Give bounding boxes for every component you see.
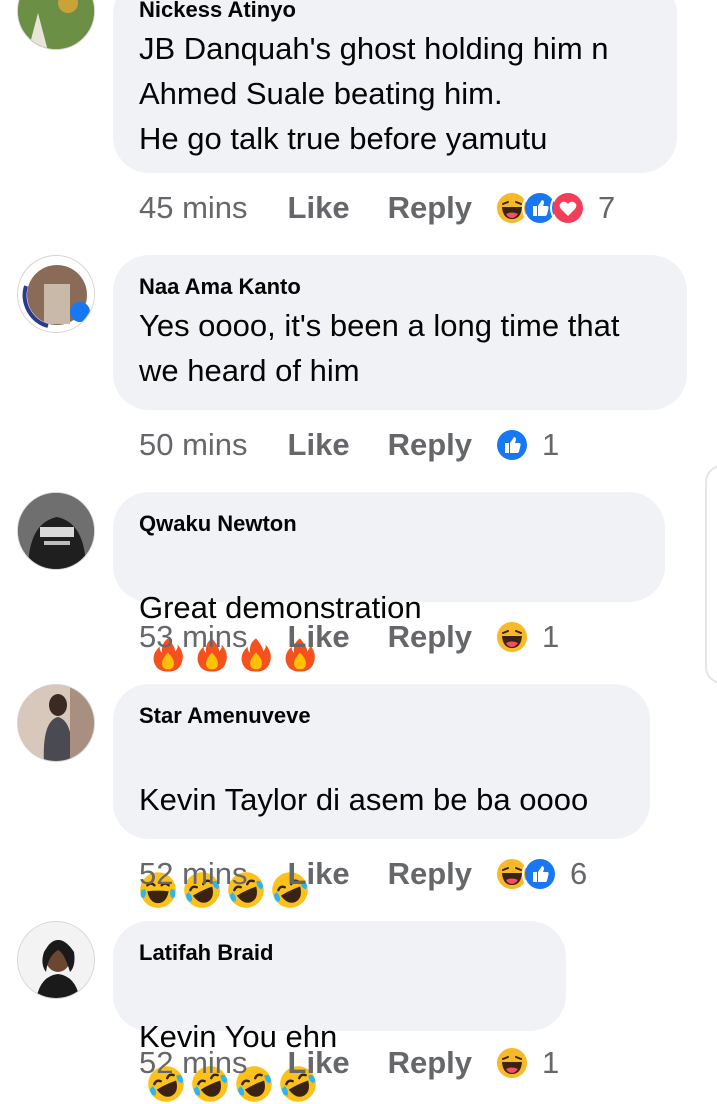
like-button[interactable]: Like (288, 427, 350, 463)
avatar[interactable] (17, 921, 95, 999)
comment-time[interactable]: 50 mins (139, 427, 248, 463)
reply-button[interactable]: Reply (388, 427, 472, 463)
reaction-count[interactable]: 1 (542, 427, 559, 463)
like-reaction-icon (522, 856, 558, 892)
reaction-count[interactable]: 6 (570, 856, 587, 892)
reaction-summary[interactable] (494, 619, 530, 655)
comment-author[interactable]: Qwaku Newton (139, 510, 639, 538)
comment-actions: 53 mins Like Reply 1 (139, 617, 559, 657)
comment-time[interactable]: 52 mins (139, 856, 248, 892)
reaction-count[interactable]: 7 (598, 190, 615, 226)
reaction-summary[interactable] (494, 427, 530, 463)
comment-text: Kevin You ehn (139, 969, 540, 1104)
like-button[interactable]: Like (288, 619, 350, 655)
reaction-summary[interactable] (494, 190, 586, 226)
comment-actions: 45 mins Like Reply 7 (139, 188, 615, 228)
reaction-count[interactable]: 1 (542, 1045, 559, 1081)
comment-text: JB Danquah's ghost holding him n Ahmed S… (139, 31, 609, 156)
avatar[interactable] (17, 492, 95, 570)
side-panel-edge (705, 465, 717, 684)
reply-button[interactable]: Reply (388, 856, 472, 892)
comment-bubble: Naa Ama Kanto Yes oooo, it's been a long… (113, 255, 687, 410)
comment-text-content: Kevin Taylor di asem be ba oooo (139, 782, 589, 817)
love-reaction-icon (550, 190, 586, 226)
avatar[interactable] (17, 684, 95, 762)
like-button[interactable]: Like (288, 856, 350, 892)
comment-author[interactable]: Star Amenuveve (139, 702, 624, 730)
like-reaction-icon (494, 427, 530, 463)
haha-reaction-icon (494, 619, 530, 655)
like-button[interactable]: Like (288, 1045, 350, 1081)
comment-bubble: Nickess Atinyo JB Danquah's ghost holdin… (113, 0, 677, 173)
reply-button[interactable]: Reply (388, 619, 472, 655)
reply-button[interactable]: Reply (388, 190, 472, 226)
reply-button[interactable]: Reply (388, 1045, 472, 1081)
comment-actions: 50 mins Like Reply 1 (139, 425, 559, 465)
comment-actions: 52 mins Like Reply 6 (139, 854, 587, 894)
comment-time[interactable]: 45 mins (139, 190, 248, 226)
comment-bubble: Qwaku Newton Great demonstration (113, 492, 665, 602)
comment-bubble: Star Amenuveve Kevin Taylor di asem be b… (113, 684, 650, 839)
reaction-count[interactable]: 1 (542, 619, 559, 655)
avatar[interactable] (17, 0, 95, 50)
comment-author[interactable]: Nickess Atinyo (139, 0, 651, 24)
haha-reaction-icon (494, 1045, 530, 1081)
comment-text: Yes oooo, it's been a long time that we … (139, 308, 620, 388)
comment-actions: 52 mins Like Reply 1 (139, 1043, 559, 1083)
comment-bubble: Latifah Braid Kevin You ehn (113, 921, 566, 1031)
reaction-summary[interactable] (494, 1045, 530, 1081)
comment-author[interactable]: Naa Ama Kanto (139, 273, 661, 301)
avatar[interactable] (17, 255, 95, 333)
like-button[interactable]: Like (288, 190, 350, 226)
comment-author[interactable]: Latifah Braid (139, 939, 540, 967)
comment-time[interactable]: 52 mins (139, 1045, 248, 1081)
reaction-summary[interactable] (494, 856, 558, 892)
comment-time[interactable]: 53 mins (139, 619, 248, 655)
